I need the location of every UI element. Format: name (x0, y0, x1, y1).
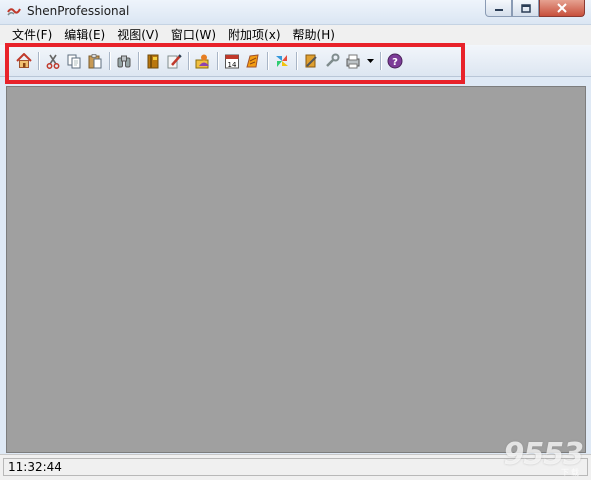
help-icon: ? (387, 53, 403, 69)
status-bar: 11:32:44 (0, 454, 591, 480)
edit-button[interactable] (164, 51, 184, 71)
watermark-subtext: 下载 (561, 468, 581, 477)
pencil-icon (305, 54, 317, 68)
menu-help[interactable]: 帮助(H) (287, 25, 341, 45)
note-button[interactable] (243, 51, 263, 71)
cut-icon (46, 54, 60, 69)
menu-bar: 文件(F) 编辑(E) 视图(V) 窗口(W) 附加项(x) 帮助(H) (0, 25, 591, 45)
menu-edit[interactable]: 编辑(E) (58, 25, 111, 45)
menu-addons[interactable]: 附加项(x) (222, 25, 286, 45)
toolbar-separator (217, 52, 218, 70)
toolbar-dropdown-button[interactable] (364, 51, 376, 71)
note-icon (246, 54, 259, 68)
close-button[interactable] (539, 0, 585, 17)
edit-icon (167, 54, 182, 69)
copy-button[interactable] (64, 51, 84, 71)
paste-icon (88, 54, 102, 69)
menu-file[interactable]: 文件(F) (6, 25, 58, 45)
toolbar-separator (296, 52, 297, 70)
help-button[interactable]: ? (385, 51, 405, 71)
toolbar-separator (138, 52, 139, 70)
cut-button[interactable] (43, 51, 63, 71)
dropdown-icon (366, 59, 374, 63)
maximize-button[interactable] (512, 0, 539, 17)
pencil-button[interactable] (301, 51, 321, 71)
window-title: ShenProfessional (27, 4, 130, 18)
maximize-icon (520, 3, 531, 13)
status-pane: 11:32:44 (3, 458, 588, 476)
minimize-button[interactable] (485, 0, 512, 17)
find-button[interactable] (114, 51, 134, 71)
help-glyph: ? (392, 57, 398, 68)
user-card-icon (195, 54, 209, 69)
toolbar-separator (109, 52, 110, 70)
menu-window[interactable]: 窗口(W) (165, 25, 222, 45)
mdi-client-area[interactable] (6, 86, 586, 453)
window-controls (485, 0, 585, 17)
calendar-button[interactable]: 14 (222, 51, 242, 71)
wrench-icon (326, 53, 340, 67)
tools-button[interactable] (322, 51, 342, 71)
home-button[interactable] (14, 51, 34, 71)
home-icon (16, 53, 32, 68)
minimize-icon (494, 9, 503, 11)
copy-icon (67, 54, 81, 69)
app-logo-icon (7, 8, 21, 16)
book-icon (147, 54, 159, 69)
print-button[interactable] (343, 51, 363, 71)
calendar-icon: 14 (225, 54, 239, 69)
toolbar-separator (188, 52, 189, 70)
toolbar-separator (380, 52, 381, 70)
binoculars-icon (117, 55, 131, 68)
toolbar: 14 ? (14, 49, 405, 73)
title-bar[interactable]: ShenProfessional (0, 0, 591, 25)
book-button[interactable] (143, 51, 163, 71)
status-time: 11:32:44 (8, 460, 62, 474)
contacts-button[interactable] (193, 51, 213, 71)
print-icon (346, 54, 360, 69)
pinwheel-icon (276, 55, 288, 67)
pinwheel-button[interactable] (272, 51, 292, 71)
toolbar-separator (38, 52, 39, 70)
calendar-day-label: 14 (228, 61, 237, 69)
toolbar-separator (267, 52, 268, 70)
paste-button[interactable] (85, 51, 105, 71)
close-icon (557, 3, 567, 13)
menu-view[interactable]: 视图(V) (111, 25, 165, 45)
